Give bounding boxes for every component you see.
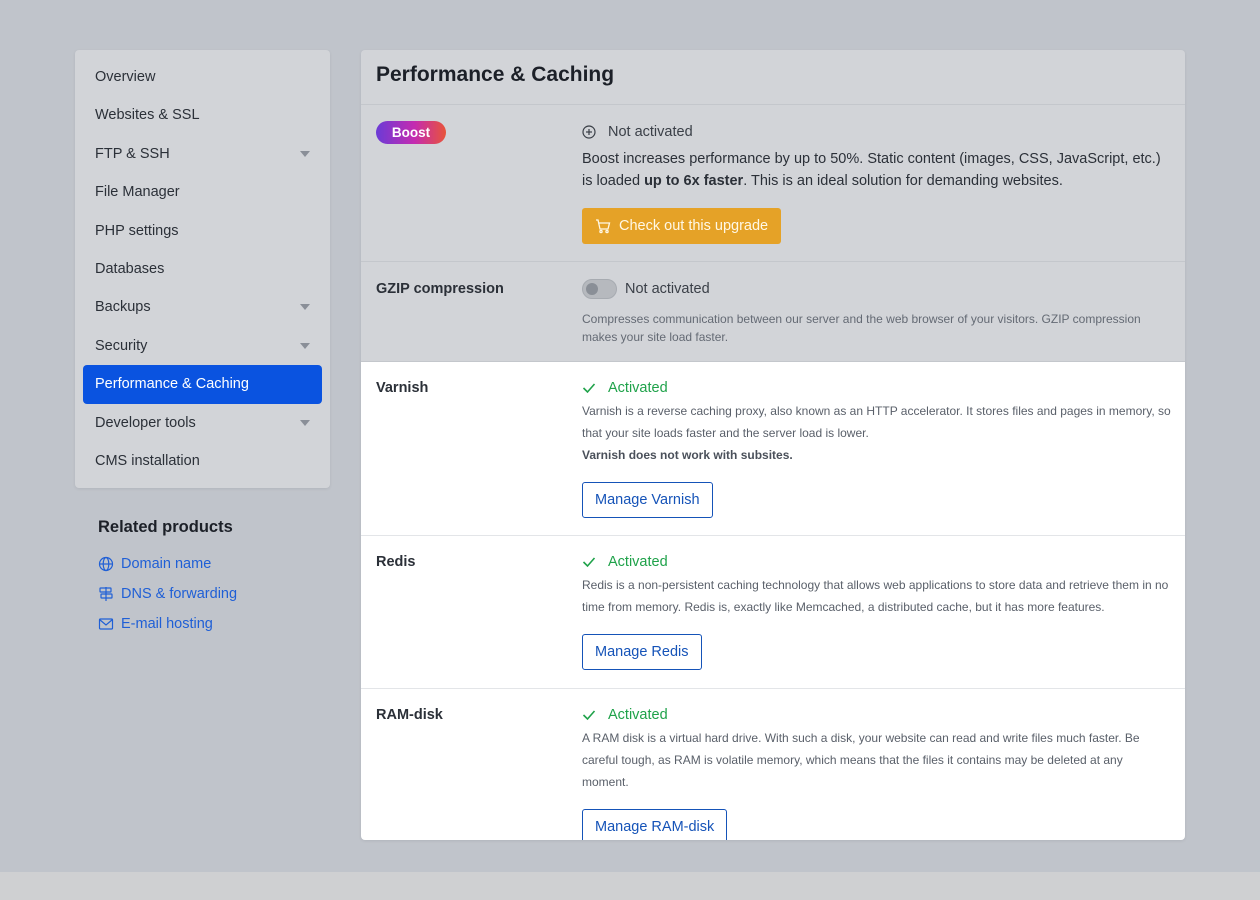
ramdisk-description: A RAM disk is a virtual hard drive. With… [582, 731, 1140, 789]
boost-status-text: Not activated [608, 124, 693, 140]
boost-status: Not activated [582, 122, 1171, 142]
mail-icon [98, 618, 114, 630]
chevron-down-icon [300, 304, 310, 311]
varnish-status: Activated [582, 378, 1171, 398]
manage-varnish-button[interactable]: Manage Varnish [582, 482, 713, 518]
redis-status: Activated [582, 552, 1171, 572]
boost-badge: Boost [376, 121, 446, 144]
sidebar-item-cms-installation[interactable]: CMS installation [83, 442, 322, 480]
manage-redis-button[interactable]: Manage Redis [582, 634, 702, 670]
varnish-label: Varnish [376, 380, 429, 396]
sidebar-item-label: Developer tools [95, 414, 196, 431]
varnish-note: Varnish does not work with subsites. [582, 448, 793, 462]
page-footer-strip [0, 872, 1260, 900]
ramdisk-status-text: Activated [608, 707, 668, 723]
plus-circle-icon [582, 125, 596, 139]
gzip-row: GZIP compression Not activated Compresse… [361, 262, 1185, 362]
sidebar-item-backups[interactable]: Backups [83, 288, 322, 326]
related-link-dns-forwarding[interactable]: DNS & forwarding [98, 579, 328, 609]
gzip-status-text: Not activated [625, 281, 710, 297]
manage-ramdisk-button[interactable]: Manage RAM-disk [582, 809, 728, 840]
cart-icon [596, 219, 611, 234]
boost-description: Boost increases performance by up to 50%… [582, 148, 1171, 192]
related-link-label: E-mail hosting [121, 616, 213, 632]
ramdisk-content: Activated A RAM disk is a virtual hard d… [582, 705, 1171, 840]
sidebar-nav: Overview Websites & SSL FTP & SSH File M… [75, 50, 330, 488]
related-products-title: Related products [98, 518, 233, 536]
gzip-content: Not activated Compresses communication b… [582, 277, 1171, 346]
boost-content: Not activated Boost increases performanc… [582, 122, 1171, 244]
sidebar-item-label: Websites & SSL [95, 107, 200, 124]
related-link-domain-name[interactable]: Domain name [98, 549, 328, 579]
boost-desc-bold: up to 6x faster [644, 173, 744, 189]
panel-header: Performance & Caching [361, 50, 1185, 105]
sidebar-item-websites-ssl[interactable]: Websites & SSL [83, 96, 322, 134]
redis-description: Redis is a non-persistent caching techno… [582, 578, 1169, 614]
related-link-email-hosting[interactable]: E-mail hosting [98, 609, 328, 639]
related-link-label: DNS & forwarding [121, 586, 238, 602]
redis-row: Redis Activated Redis is a non-persisten… [361, 536, 1185, 689]
sidebar-item-developer-tools[interactable]: Developer tools [83, 404, 322, 442]
ramdisk-status: Activated [582, 705, 1171, 725]
sidebar-item-label: FTP & SSH [95, 145, 170, 162]
checkmark-icon [582, 557, 596, 568]
sidebar-item-performance-caching[interactable]: Performance & Caching [83, 365, 322, 404]
sidebar-item-label: Security [95, 337, 148, 354]
upgrade-button-label: Check out this upgrade [619, 218, 769, 234]
varnish-row: Varnish Activated Varnish is a reverse c… [361, 362, 1185, 536]
varnish-status-text: Activated [608, 380, 668, 396]
ramdisk-label: RAM-disk [376, 707, 443, 723]
sidebar-item-label: Performance & Caching [95, 376, 249, 393]
gzip-toggle[interactable] [582, 279, 617, 299]
sidebar-item-label: Backups [95, 299, 151, 316]
sidebar-item-security[interactable]: Security [83, 327, 322, 365]
sidebar-item-label: File Manager [95, 184, 180, 201]
check-upgrade-button[interactable]: Check out this upgrade [582, 208, 782, 244]
sidebar-item-overview[interactable]: Overview [83, 58, 322, 96]
ramdisk-row: RAM-disk Activated A RAM disk is a virtu… [361, 689, 1185, 840]
sidebar-item-label: Databases [95, 260, 165, 277]
chevron-down-icon [300, 419, 310, 426]
boost-row: Boost Not activated Boost increases perf… [361, 105, 1185, 262]
chevron-down-icon [300, 342, 310, 349]
redis-content: Activated Redis is a non-persistent cach… [582, 552, 1171, 670]
sidebar-item-label: Overview [95, 69, 156, 85]
page-title: Performance & Caching [376, 63, 615, 86]
boost-desc-post: . This is an ideal solution for demandin… [743, 173, 1063, 189]
gzip-label: GZIP compression [376, 281, 504, 297]
related-products: Related products Domain name DNS & forwa… [98, 518, 328, 639]
related-link-label: Domain name [121, 556, 212, 572]
redis-status-text: Activated [608, 554, 668, 570]
globe-icon [98, 556, 114, 572]
gzip-toggle-wrap: Not activated [582, 277, 1171, 301]
sidebar-item-label: CMS installation [95, 452, 200, 469]
redis-label: Redis [376, 554, 416, 570]
signpost-icon [99, 587, 113, 601]
varnish-description: Varnish is a reverse caching proxy, also… [582, 404, 1171, 440]
main-panel: Performance & Caching Boost Not activate… [361, 50, 1185, 840]
checkmark-icon [582, 383, 596, 394]
checkmark-icon [582, 710, 596, 721]
sidebar-item-file-manager[interactable]: File Manager [83, 173, 322, 211]
sidebar-item-label: PHP settings [95, 222, 179, 239]
gzip-description: Compresses communication between our ser… [582, 312, 1141, 344]
chevron-down-icon [300, 150, 310, 157]
varnish-content: Activated Varnish is a reverse caching p… [582, 378, 1171, 518]
sidebar-item-ftp-ssh[interactable]: FTP & SSH [83, 135, 322, 173]
sidebar-item-databases[interactable]: Databases [83, 250, 322, 288]
sidebar-item-php-settings[interactable]: PHP settings [83, 212, 322, 250]
